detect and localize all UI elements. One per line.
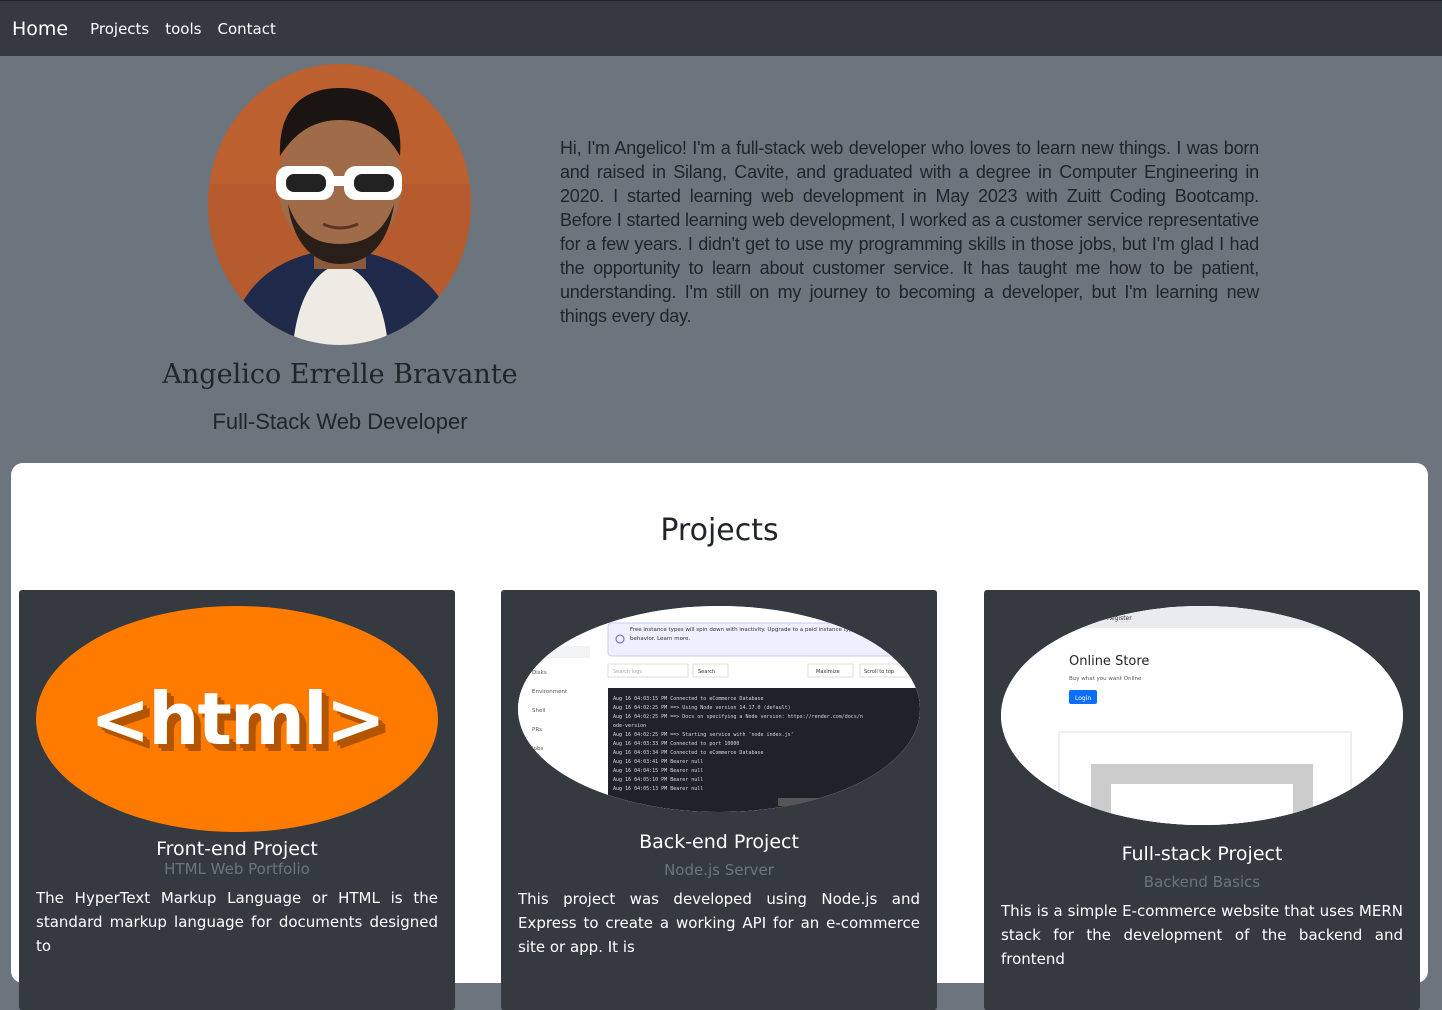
log-line: Aug 16 04:05:13 PM Bearer null xyxy=(613,786,703,792)
online-store-screenshot: ducts Login Register Online Store Buy wh… xyxy=(1001,606,1403,825)
project-description: The HyperText Markup Language or HTML is… xyxy=(36,889,438,955)
log-line: Aug 16 04:04:15 PM Bearer null xyxy=(613,768,703,774)
log-line: Aug 16 04:03:34 PM Connected to eCommerc… xyxy=(613,750,764,756)
store-subtitle: Buy what you want Online xyxy=(1069,676,1142,682)
project-card-backend[interactable]: Free instance types will spin down with … xyxy=(501,590,937,1010)
project-subtitle: Node.js Server xyxy=(664,861,774,879)
banner-text: Free instance types will spin down with … xyxy=(630,627,899,642)
sidebar-item: PRs xyxy=(532,727,542,733)
sidebar-item: Environment xyxy=(532,689,568,695)
store-nav-link: Login xyxy=(1084,615,1100,622)
project-description: This is a simple E-commerce website that… xyxy=(1001,902,1403,968)
nav-projects-link[interactable]: Projects xyxy=(90,20,149,38)
project-image-server-logs[interactable]: Free instance types will spin down with … xyxy=(518,606,920,812)
sidebar-item: Shell xyxy=(532,708,546,714)
profile-bio: Hi, I'm Angelico! I'm a full-stack web d… xyxy=(560,138,1259,326)
hero-section: Angelico Errelle Bravante Full-Stack Web… xyxy=(0,56,1442,463)
project-card-frontend[interactable]: <html> Front-end Project HTML Web Portfo… xyxy=(19,590,455,1010)
scroll-top-button: Scroll to top xyxy=(864,669,894,675)
nav-home-link[interactable]: Home xyxy=(12,18,68,40)
log-line: Aug 16 04:02:25 PM ==> Starting service … xyxy=(613,732,794,738)
html-logo-icon: <html> xyxy=(36,606,438,832)
log-line: Aug 16 04:03:33 PM Connected to port 100… xyxy=(613,741,739,747)
sidebar-item: Logs xyxy=(532,651,545,657)
store-login-button: Login xyxy=(1075,695,1091,702)
nav-contact-link[interactable]: Contact xyxy=(217,20,275,38)
sidebar-item: Metrics xyxy=(532,765,552,771)
log-line: Aug 16 04:03:15 PM Connected to eCommerc… xyxy=(613,696,764,702)
search-placeholder: Search logs xyxy=(613,669,642,675)
project-description: This project was developed using Node.js… xyxy=(518,890,920,956)
project-subtitle: Backend Basics xyxy=(1143,873,1261,891)
projects-heading: Projects xyxy=(660,513,779,548)
log-line: Aug 16 04:02:25 PM ==> Docs on specifyin… xyxy=(613,714,863,720)
log-line: Aug 16 04:02:25 PM ==> Using Node versio… xyxy=(613,705,791,711)
project-title: Back-end Project xyxy=(639,831,799,853)
navbar: Home Projects tools Contact xyxy=(0,0,1442,56)
project-subtitle: HTML Web Portfolio xyxy=(164,860,310,878)
maximize-button: Maximize xyxy=(816,669,840,675)
server-logs-screenshot: Free instance types will spin down with … xyxy=(518,606,920,812)
projects-section: Projects <html> Front-end Project HTML W… xyxy=(11,463,1428,1010)
log-line: ode-version xyxy=(613,723,646,729)
log-line: Aug 16 04:05:10 PM Bearer null xyxy=(613,777,703,783)
nav-tools-link[interactable]: tools xyxy=(165,20,201,38)
store-nav-link: ducts xyxy=(1053,615,1069,622)
project-title: Front-end Project xyxy=(156,838,318,860)
project-card-fullstack[interactable]: ducts Login Register Online Store Buy wh… xyxy=(984,590,1420,1010)
profile-avatar xyxy=(208,64,471,345)
store-nav-link: Register xyxy=(1107,615,1132,622)
html-logo-text: <html> xyxy=(89,677,386,761)
profile-photo xyxy=(208,64,471,345)
store-title: Online Store xyxy=(1069,654,1149,669)
search-button: Search xyxy=(698,669,715,675)
log-line: Aug 16 04:03:41 PM Bearer null xyxy=(613,759,703,765)
project-image-html[interactable]: <html> xyxy=(36,606,438,832)
profile-name: Angelico Errelle Bravante xyxy=(162,359,518,390)
project-image-online-store[interactable]: ducts Login Register Online Store Buy wh… xyxy=(1001,606,1403,825)
project-title: Full-stack Project xyxy=(1121,843,1283,865)
profile-role: Full-Stack Web Developer xyxy=(212,409,468,434)
sidebar-item: Jobs xyxy=(531,746,543,752)
sidebar-item: Disks xyxy=(532,670,547,676)
